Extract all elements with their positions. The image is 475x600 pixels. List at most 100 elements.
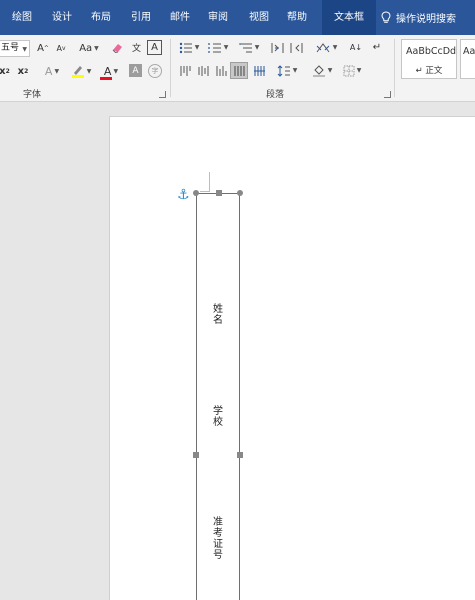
paragraph-group-label: 段落 xyxy=(266,90,285,100)
chevron-down-icon: ▼ xyxy=(94,44,99,52)
enclose-characters-button[interactable]: 字 xyxy=(148,64,162,78)
font-color-swatch xyxy=(100,77,112,80)
character-shading-button[interactable]: A xyxy=(129,64,142,77)
shrink-font-button[interactable]: Av xyxy=(54,41,68,55)
sort-label: A↓ xyxy=(349,43,363,52)
tab-mailings[interactable]: 邮件 xyxy=(161,0,199,35)
eraser-icon xyxy=(112,44,122,54)
justify-button[interactable] xyxy=(230,62,248,79)
vertical-char: 名 xyxy=(213,315,223,326)
decrease-indent-button[interactable] xyxy=(270,40,285,55)
grow-font-label: A xyxy=(37,42,44,54)
chevron-down-icon: ▼ xyxy=(113,67,119,75)
resize-handle-top[interactable] xyxy=(216,190,222,196)
margin-corner-mark xyxy=(200,172,210,192)
style-normal-name-text: 正文 xyxy=(425,66,443,76)
numbered-list-icon xyxy=(208,42,221,53)
style-normal[interactable]: AaBbCcDd ↵ 正文 xyxy=(401,39,457,79)
tab-view[interactable]: 视图 xyxy=(240,0,278,35)
text-effects-button[interactable]: A ▼ xyxy=(40,64,64,78)
chevron-down-icon: ▼ xyxy=(356,67,362,74)
paragraph-dialog-launcher[interactable] xyxy=(384,91,391,98)
borders-button[interactable]: ▼ xyxy=(338,63,366,78)
character-shading-label: A xyxy=(132,65,139,76)
multilevel-list-icon xyxy=(238,42,252,52)
resize-handle-left[interactable] xyxy=(193,452,199,458)
show-marks-button[interactable]: ↵ xyxy=(370,40,384,55)
tab-draw[interactable]: 绘图 xyxy=(0,0,44,35)
tab-layout[interactable]: 布局 xyxy=(82,0,120,35)
align-right-icon xyxy=(216,65,226,76)
group-divider xyxy=(170,39,171,97)
chevron-down-icon: ▼ xyxy=(54,67,60,75)
numbering-button[interactable]: ▼ xyxy=(204,40,232,55)
vertical-char: 证 xyxy=(213,539,223,550)
anchor-icon[interactable]: ⚓ xyxy=(177,188,190,202)
character-border-label: A xyxy=(151,42,158,53)
vertical-text-box[interactable]: 姓名 学校 准考证号 xyxy=(193,190,243,600)
ribbon-tab-bar: 绘图 设计 布局 引用 邮件 审阅 视图 帮助 文本框 操作说明搜索 xyxy=(0,0,475,35)
phonetic-guide-button[interactable]: 文 xyxy=(129,40,144,55)
subscript-button[interactable]: x2 xyxy=(0,64,11,78)
multilevel-list-button[interactable]: ▼ xyxy=(234,40,264,55)
chevron-down-icon: ▼ xyxy=(292,67,298,74)
vertical-char: 学 xyxy=(213,406,223,417)
align-right-button[interactable] xyxy=(213,63,228,78)
font-size-value: 五号 xyxy=(1,43,20,53)
group-divider xyxy=(394,39,395,97)
font-group-label: 字体 xyxy=(23,90,42,100)
text-highlight-button[interactable]: ▼ xyxy=(68,63,94,79)
styles-gallery: AaBbCcDd ↵ 正文 AaBl xyxy=(398,37,475,81)
label-name: 姓名 xyxy=(197,304,239,326)
font-dialog-launcher[interactable] xyxy=(159,91,166,98)
show-marks-label: ↵ xyxy=(372,42,382,53)
tab-design[interactable]: 设计 xyxy=(44,0,80,35)
vertical-char: 号 xyxy=(213,550,223,561)
document-page[interactable]: ⚓ 姓名 学校 准考证号 xyxy=(109,116,475,600)
resize-handle-top-left[interactable] xyxy=(193,190,199,196)
shading-button[interactable]: ▼ xyxy=(308,63,336,78)
tab-help[interactable]: 帮助 xyxy=(278,0,316,35)
distributed-icon xyxy=(253,65,265,76)
highlighter-icon xyxy=(71,66,84,78)
style-normal-sample: AaBbCcDd xyxy=(406,46,457,57)
change-case-button[interactable]: Aa ▼ xyxy=(76,41,102,55)
line-spacing-button[interactable]: ▼ xyxy=(274,63,300,78)
distributed-button[interactable] xyxy=(251,63,266,78)
character-border-button[interactable]: A xyxy=(147,40,162,55)
borders-icon xyxy=(343,65,355,76)
style-no-spacing-sample: AaBl xyxy=(463,46,475,57)
ribbon: 五号 ▼ A ^ Av Aa ▼ 文 A x2 x2 A ▼ ▼ A ▼ A 字 字体… xyxy=(0,35,475,102)
increase-indent-icon xyxy=(290,42,303,53)
justify-icon xyxy=(234,65,245,76)
resize-handle-top-right[interactable] xyxy=(237,190,243,196)
tell-me-label: 操作说明搜索 xyxy=(396,14,456,25)
grow-font-button[interactable]: A ^ xyxy=(36,41,50,55)
tell-me-search[interactable]: 操作说明搜索 xyxy=(381,0,456,35)
increase-indent-button[interactable] xyxy=(289,40,304,55)
resize-handle-right[interactable] xyxy=(237,452,243,458)
tab-textbox[interactable]: 文本框 xyxy=(322,0,376,35)
line-spacing-icon xyxy=(277,64,290,77)
align-left-button[interactable] xyxy=(177,63,192,78)
text-direction-button[interactable]: ▼ xyxy=(312,40,340,55)
bullets-button[interactable]: ▼ xyxy=(176,40,202,55)
font-color-label: A xyxy=(103,64,112,78)
style-no-spacing[interactable]: AaBl xyxy=(460,39,475,79)
clear-formatting-button[interactable] xyxy=(110,40,125,55)
chevron-down-icon: ▼ xyxy=(223,44,229,51)
font-size-select[interactable]: 五号 ▼ xyxy=(0,40,30,57)
change-case-label: Aa xyxy=(79,42,93,54)
lightbulb-icon xyxy=(381,11,391,23)
label-school: 学校 xyxy=(197,406,239,428)
superscript-button[interactable]: x2 xyxy=(16,64,30,78)
chevron-down-icon: ▼ xyxy=(327,67,333,74)
tab-references[interactable]: 引用 xyxy=(122,0,160,35)
vertical-char: 姓 xyxy=(213,304,223,315)
sort-button[interactable]: A↓ xyxy=(348,40,364,55)
tab-review[interactable]: 审阅 xyxy=(199,0,237,35)
chevron-down-icon: ▼ xyxy=(194,44,200,51)
align-center-button[interactable] xyxy=(195,63,210,78)
chevron-down-icon: ▼ xyxy=(86,67,92,75)
align-left-icon xyxy=(180,65,190,76)
